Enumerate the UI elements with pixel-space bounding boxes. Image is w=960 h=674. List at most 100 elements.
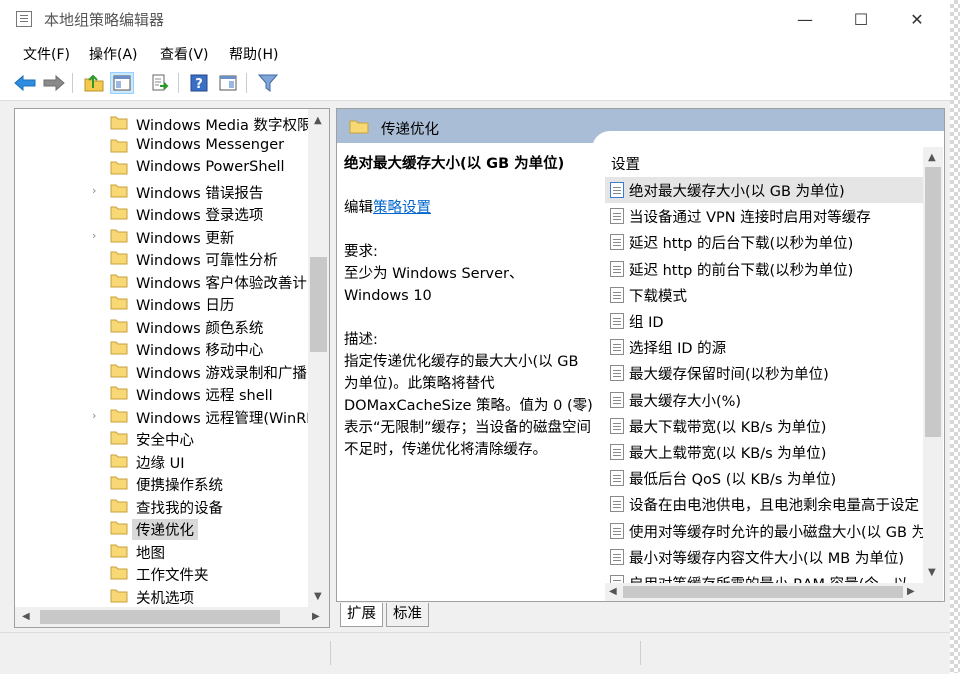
settings-scroll-thumb[interactable] xyxy=(925,167,941,437)
export-list-button[interactable] xyxy=(148,72,172,94)
maximize-button[interactable]: ☐ xyxy=(838,0,884,38)
tree-vertical-scrollbar[interactable]: ▲ ▼ xyxy=(308,109,329,607)
tree-item[interactable]: › Windows 远程管理(WinRI xyxy=(15,405,311,427)
title-bar[interactable]: 本地组策略编辑器 — ☐ ✕ xyxy=(0,0,950,38)
tree-item[interactable]: Windows Messenger xyxy=(15,135,309,157)
help-icon: ? xyxy=(190,74,208,92)
scroll-down-icon[interactable]: ▼ xyxy=(928,567,936,578)
tree-item[interactable]: 传递优化 xyxy=(15,517,309,540)
tree-item[interactable]: Windows 日历 xyxy=(15,292,309,314)
tree-item[interactable]: Windows 可靠性分析 xyxy=(15,247,309,269)
setting-row[interactable]: 绝对最大缓存大小(以 GB 为单位) xyxy=(605,177,923,203)
settings-list[interactable]: 设置 绝对最大缓存大小(以 GB 为单位) 当设备通过 VPN 连接时启用对等缓存… xyxy=(605,147,935,599)
setting-row[interactable]: 组 ID xyxy=(605,308,923,334)
setting-row[interactable]: 最大缓存大小(%) xyxy=(605,387,923,413)
tree-item[interactable]: Windows 移动中心 xyxy=(15,337,309,359)
setting-row[interactable]: 最大下载带宽(以 KB/s 为单位) xyxy=(605,413,923,439)
show-hide-tree-button[interactable] xyxy=(110,72,134,94)
expand-chevron-icon[interactable]: › xyxy=(92,229,96,242)
setting-row[interactable]: 最大上载带宽(以 KB/s 为单位) xyxy=(605,439,923,465)
tree-item[interactable]: Windows 登录选项 xyxy=(15,202,309,224)
setting-row[interactable]: 延迟 http 的后台下载(以秒为单位) xyxy=(605,229,923,255)
setting-row[interactable]: 下载模式 xyxy=(605,282,923,308)
folder-icon xyxy=(110,566,128,580)
policy-setting-icon xyxy=(610,286,624,303)
view-tabs: 扩展 标准 xyxy=(336,602,945,628)
tree-item[interactable]: 安全中心 xyxy=(15,427,309,449)
folder-icon xyxy=(110,476,128,490)
tab-extended[interactable]: 扩展 xyxy=(340,603,383,627)
tree-item-label: Windows 客户体验改善计 xyxy=(136,275,307,292)
back-button[interactable] xyxy=(13,72,37,94)
tree-item[interactable]: › Windows 错误报告 xyxy=(15,180,309,202)
filter-button[interactable] xyxy=(256,72,280,94)
tree-item-label: Windows PowerShell xyxy=(136,159,285,175)
scroll-up-icon[interactable]: ▲ xyxy=(314,115,322,126)
menu-view[interactable]: 查看(V) xyxy=(160,44,209,64)
setting-row[interactable]: 最大缓存保留时间(以秒为单位) xyxy=(605,360,923,386)
help-button[interactable]: ? xyxy=(187,72,211,94)
policy-setting-icon xyxy=(610,470,624,487)
tree-item[interactable]: Windows PowerShell xyxy=(15,157,309,179)
tree-item[interactable]: Windows 游戏录制和广播 xyxy=(15,360,309,382)
setting-row[interactable]: 最低后台 QoS (以 KB/s 为单位) xyxy=(605,465,923,491)
tree-item-label: Windows 颜色系统 xyxy=(136,320,264,337)
tree-item[interactable]: Windows 客户体验改善计 xyxy=(15,270,309,292)
scroll-right-icon[interactable]: ▶ xyxy=(907,586,915,597)
close-button[interactable]: ✕ xyxy=(894,0,940,38)
tab-standard[interactable]: 标准 xyxy=(386,603,429,627)
properties-pane-button[interactable] xyxy=(216,72,240,94)
tree-horizontal-scrollbar[interactable]: ◀ ▶ xyxy=(15,607,329,627)
settings-column-header[interactable]: 设置 xyxy=(611,153,640,174)
tree-hscroll-thumb[interactable] xyxy=(40,610,280,624)
description-label: 描述: xyxy=(344,332,378,348)
settings-horizontal-scrollbar[interactable]: ◀ ▶ xyxy=(605,583,943,601)
tree-scroll-thumb[interactable] xyxy=(310,257,327,352)
settings-hscroll-thumb[interactable] xyxy=(623,586,903,598)
scroll-left-icon[interactable]: ◀ xyxy=(609,586,617,597)
tree-item[interactable]: 工作文件夹 xyxy=(15,562,309,584)
up-level-button[interactable] xyxy=(82,72,106,94)
policy-setting-icon xyxy=(610,208,624,225)
expand-chevron-icon[interactable]: › xyxy=(92,409,96,422)
setting-row[interactable]: 当设备通过 VPN 连接时启用对等缓存 xyxy=(605,203,923,229)
description-line: 不足时，传递优化将清除缓存。 xyxy=(344,442,547,458)
tree-item-label: Windows Media 数字权限 xyxy=(136,118,312,134)
tree-item-label: 安全中心 xyxy=(136,433,194,449)
tree-item[interactable]: 地图 xyxy=(15,540,309,562)
edit-policy-link[interactable]: 策略设置 xyxy=(373,200,431,216)
forward-button[interactable] xyxy=(42,72,66,94)
tree-item[interactable]: 边缘 UI xyxy=(15,450,309,472)
scroll-down-icon[interactable]: ▼ xyxy=(314,591,322,602)
setting-row[interactable]: 选择组 ID 的源 xyxy=(605,334,923,360)
tree-item-label: Windows 登录选项 xyxy=(136,208,264,224)
tree-item[interactable]: 查找我的设备 xyxy=(15,495,309,517)
setting-row[interactable]: 使用对等缓存时允许的最小磁盘大小(以 GB 为 xyxy=(605,518,926,544)
folder-icon xyxy=(110,386,128,400)
scroll-left-icon[interactable]: ◀ xyxy=(22,611,30,622)
tree-item-label: 查找我的设备 xyxy=(136,500,223,517)
requirements-label: 要求: xyxy=(344,244,378,260)
tree-item[interactable]: 便携操作系统 xyxy=(15,472,309,494)
tree-item[interactable]: Windows 颜色系统 xyxy=(15,315,309,337)
minimize-button[interactable]: — xyxy=(782,0,828,38)
scroll-right-icon[interactable]: ▶ xyxy=(312,611,320,622)
expand-chevron-icon[interactable]: › xyxy=(92,184,96,197)
tree-item-label: Windows 移动中心 xyxy=(136,343,264,359)
menu-file[interactable]: 文件(F) xyxy=(23,44,70,64)
tree-item[interactable]: Windows Media 数字权限 xyxy=(15,112,312,134)
menu-action[interactable]: 操作(A) xyxy=(89,44,138,64)
tree-item[interactable]: 关机选项 xyxy=(15,585,309,607)
setting-row[interactable]: 设备在由电池供电，且电池剩余电量高于设定 xyxy=(605,491,923,517)
tree-item[interactable]: Windows 远程 shell xyxy=(15,382,309,404)
policy-setting-icon xyxy=(610,339,624,356)
settings-vertical-scrollbar[interactable]: ▲ ▼ xyxy=(923,147,943,583)
menu-help[interactable]: 帮助(H) xyxy=(229,44,278,64)
setting-row[interactable]: 延迟 http 的前台下载(以秒为单位) xyxy=(605,256,923,282)
setting-row[interactable]: 最小对等缓存内容文件大小(以 MB 为单位) xyxy=(605,544,923,570)
tree-item[interactable]: › Windows 更新 xyxy=(15,225,309,247)
policy-setting-icon xyxy=(610,234,624,251)
scroll-up-icon[interactable]: ▲ xyxy=(928,152,936,163)
policy-tree[interactable]: Windows Media 数字权限 Windows Messenger Windo… xyxy=(14,108,330,628)
show-hide-tree-icon xyxy=(113,75,131,91)
